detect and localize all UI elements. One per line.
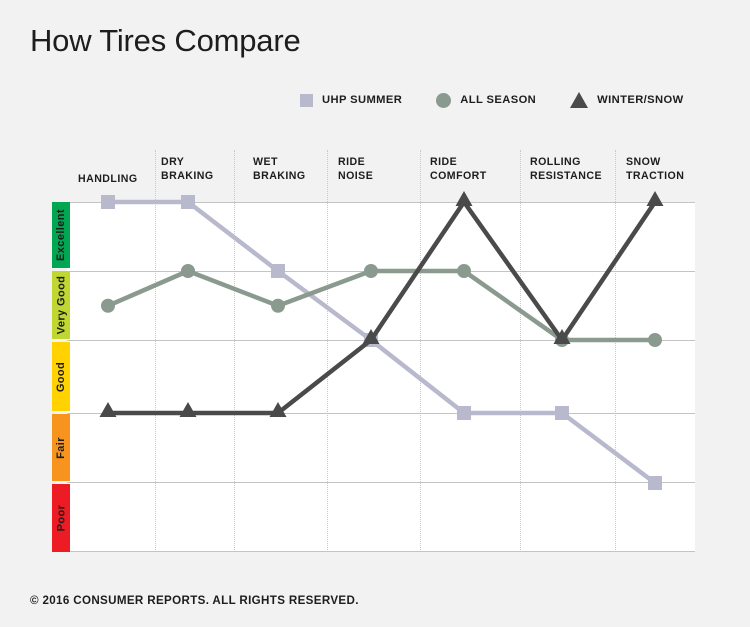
gridline-good: [67, 340, 695, 341]
rating-label-good: Good: [55, 361, 67, 391]
copyright-footer: © 2016 CONSUMER REPORTS. ALL RIGHTS RESE…: [30, 594, 359, 607]
chart-page: How Tires Compare UHP SUMMER ALL SEASON …: [0, 0, 750, 627]
column-header-snow-traction: SNOW TRACTION: [626, 155, 684, 183]
column-divider: [615, 150, 616, 552]
gridline-very-good: [67, 271, 695, 272]
column-divider: [520, 150, 521, 552]
rating-band-good: Good: [52, 342, 70, 411]
rating-band-poor: Poor: [52, 484, 70, 552]
rating-label-poor: Poor: [55, 505, 67, 532]
column-header-wet-braking: WET BRAKING: [253, 155, 306, 183]
column-divider: [155, 150, 156, 552]
column-header-ride-comfort: RIDE COMFORT: [430, 155, 487, 183]
gridline-excellent: [67, 202, 695, 203]
rating-label-fair: Fair: [55, 437, 67, 459]
rating-label-excellent: Excellent: [55, 209, 67, 261]
gridline-fair: [67, 413, 695, 414]
rating-band-excellent: Excellent: [52, 202, 70, 268]
column-header-ride-noise: RIDE NOISE: [338, 155, 373, 183]
gridline-baseline: [67, 551, 695, 552]
column-divider: [327, 150, 328, 552]
column-divider: [234, 150, 235, 552]
gridline-poor: [67, 482, 695, 483]
chart-plot-wrapper: HANDLING DRY BRAKING WET BRAKING RIDE NO…: [0, 0, 750, 627]
column-divider: [420, 150, 421, 552]
column-header-rolling-resistance: ROLLING RESISTANCE: [530, 155, 602, 183]
rating-band-fair: Fair: [52, 414, 70, 481]
rating-label-very-good: Very Good: [55, 276, 67, 335]
plot-area: [67, 202, 695, 552]
column-header-dry-braking: DRY BRAKING: [161, 155, 214, 183]
rating-band-very-good: Very Good: [52, 271, 70, 339]
column-header-handling: HANDLING: [78, 172, 138, 186]
